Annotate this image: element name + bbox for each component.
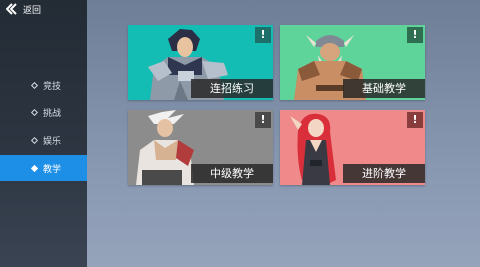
- sidebar-item-tutorial[interactable]: 教学: [0, 155, 87, 181]
- card-advanced-tutorial[interactable]: ! 进阶教学: [280, 110, 425, 185]
- diamond-icon: [30, 164, 39, 172]
- card-label: 进阶教学: [343, 164, 425, 183]
- back-label: 返回: [23, 5, 42, 16]
- info-badge[interactable]: !: [407, 112, 423, 128]
- back-button[interactable]: 返回: [6, 2, 41, 16]
- diamond-icon: [30, 136, 39, 144]
- info-badge[interactable]: !: [255, 27, 271, 43]
- sidebar-item-compete[interactable]: 竞技: [0, 72, 87, 98]
- info-badge[interactable]: !: [407, 27, 423, 43]
- card-basic-tutorial[interactable]: ! 基础教学: [280, 25, 425, 100]
- info-badge[interactable]: !: [255, 112, 271, 128]
- card-label: 连招练习: [191, 79, 273, 98]
- card-combo-practice[interactable]: ! 连招练习: [128, 25, 273, 100]
- card-label: 基础教学: [343, 79, 425, 98]
- back-arrow-icon: [6, 3, 20, 15]
- sidebar-item-label: 挑战: [43, 108, 62, 119]
- sidebar: 返回 竞技 挑战 娱乐 教学: [0, 0, 87, 267]
- sidebar-item-label: 教学: [43, 164, 62, 175]
- main-panel: ! 连招练习 ! 基础教学 ! 中级教学 ! 进阶教学: [87, 0, 480, 267]
- sidebar-item-label: 娱乐: [43, 136, 62, 147]
- card-intermediate-tutorial[interactable]: ! 中级教学: [128, 110, 273, 185]
- sidebar-item-label: 竞技: [43, 81, 62, 92]
- diamond-icon: [30, 81, 39, 89]
- sidebar-item-challenge[interactable]: 挑战: [0, 99, 87, 125]
- sidebar-item-entertainment[interactable]: 娱乐: [0, 127, 87, 153]
- diamond-icon: [30, 108, 39, 116]
- card-label: 中级教学: [191, 164, 273, 183]
